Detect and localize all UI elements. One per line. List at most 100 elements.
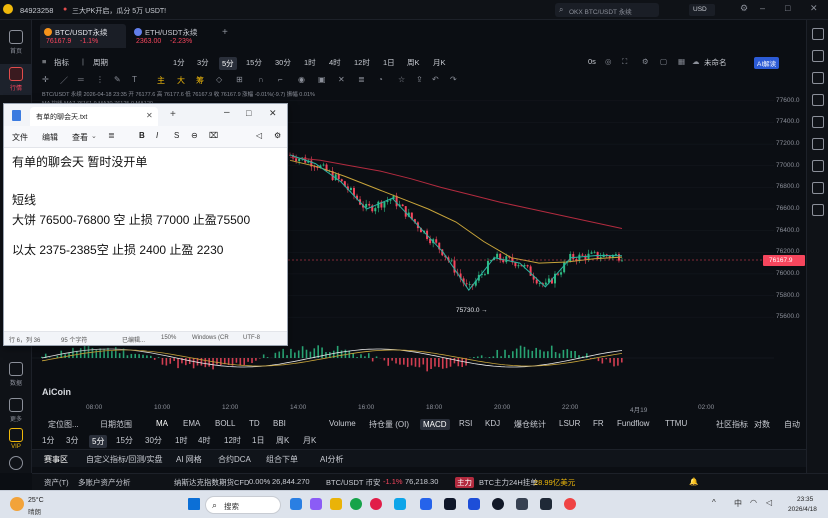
app-icon[interactable] xyxy=(444,498,456,510)
tf2-1m[interactable]: 1分 xyxy=(42,435,54,446)
clear-format-icon[interactable]: ⌧ xyxy=(209,131,218,140)
ind-fundflow[interactable]: Fundflow xyxy=(617,419,649,428)
list-icon[interactable] xyxy=(812,50,824,62)
add-tab-icon[interactable]: + xyxy=(222,27,228,38)
cloud-icon[interactable]: ☁ xyxy=(692,57,700,66)
alert-icon[interactable]: ◔ xyxy=(378,75,383,84)
menu-edit[interactable]: 编辑 xyxy=(42,132,58,143)
layout-icon[interactable] xyxy=(812,138,824,150)
period-button[interactable]: 周期 xyxy=(93,57,108,68)
tf-5m[interactable]: 5分 xyxy=(219,57,237,70)
tab-close-icon[interactable]: ✕ xyxy=(146,111,153,120)
layout-name[interactable]: 未命名 xyxy=(704,57,727,68)
notepad-taskbar-icon[interactable] xyxy=(468,498,480,510)
chrome-icon[interactable] xyxy=(370,498,382,510)
app-icon[interactable] xyxy=(564,498,576,510)
eye-icon[interactable]: ◉ xyxy=(298,75,305,84)
strike-icon[interactable]: S xyxy=(174,131,179,140)
notepad-titlebar[interactable]: 有单的聊会天.txt ✕ + – □ ✕ xyxy=(4,104,287,126)
new-tab-icon[interactable]: + xyxy=(170,109,176,120)
app-icon[interactable] xyxy=(420,498,432,510)
tf2-15m[interactable]: 15分 xyxy=(116,435,133,446)
redo-icon[interactable]: ↷ xyxy=(450,75,457,84)
ind-macd[interactable]: MACD xyxy=(420,419,450,430)
trendline-icon[interactable]: ／ xyxy=(60,75,68,86)
fib-icon[interactable]: ⋮ xyxy=(96,75,104,84)
log-toggle[interactable]: 对数 xyxy=(754,419,770,430)
pattern-icon[interactable]: ◇ xyxy=(216,75,222,84)
task-view-icon[interactable] xyxy=(290,498,302,510)
ind-kdj[interactable]: KDJ xyxy=(485,419,500,428)
ind-td[interactable]: TD xyxy=(249,419,260,428)
tf2-1d[interactable]: 1日 xyxy=(252,435,264,446)
folder-icon[interactable] xyxy=(330,498,342,510)
news-icon[interactable] xyxy=(812,94,824,106)
calc-icon[interactable] xyxy=(812,160,824,172)
tf-30m[interactable]: 30分 xyxy=(275,57,291,68)
menu-file[interactable]: 文件 xyxy=(12,132,28,143)
brush-icon[interactable]: ✎ xyxy=(114,75,121,84)
tab-combo-order[interactable]: 组合下单 xyxy=(266,454,298,465)
currency-select[interactable]: USD xyxy=(689,4,715,16)
tf2-5m[interactable]: 5分 xyxy=(89,435,108,448)
maximize-icon[interactable]: □ xyxy=(246,108,251,118)
maximize-icon[interactable]: □ xyxy=(785,3,790,13)
sidebar-item-more[interactable]: 更多 xyxy=(0,398,32,423)
tf2-4h[interactable]: 4时 xyxy=(198,435,210,446)
sidebar-item-data[interactable]: 数据 xyxy=(0,362,32,387)
chip-tool[interactable]: 筹 xyxy=(196,75,204,86)
chevron-up-icon[interactable]: ^ xyxy=(712,498,716,507)
tab-eth[interactable]: ETH/USDT永续 2363.00 -2.23% xyxy=(130,24,216,48)
app-icon[interactable] xyxy=(310,498,322,510)
tab-contract-dca[interactable]: 合约DCA xyxy=(218,454,251,465)
indicator-button[interactable]: 指标 xyxy=(54,57,69,68)
measure-icon[interactable]: ⊞ xyxy=(236,75,243,84)
ind-lsur[interactable]: LSUR xyxy=(559,419,580,428)
ticker2-name[interactable]: BTC/USDT 币安 xyxy=(326,477,380,488)
settings-icon[interactable]: ⚙ xyxy=(274,131,281,140)
tf-week[interactable]: 周K xyxy=(407,57,420,68)
notepad-window[interactable]: 有单的聊会天.txt ✕ + – □ ✕ 文件 编辑 查看 ⌄ ≣ B I S … xyxy=(3,103,288,346)
tf-1h[interactable]: 1时 xyxy=(304,57,316,68)
sidebar-item-vip[interactable]: VIP xyxy=(0,428,32,450)
list-icon[interactable]: ≣ xyxy=(108,131,115,140)
edge-icon[interactable] xyxy=(394,498,406,510)
star-icon[interactable] xyxy=(812,182,824,194)
undo-icon[interactable]: ↶ xyxy=(432,75,439,84)
panel-icon[interactable] xyxy=(812,28,824,40)
clock-date[interactable]: 2026/4/18 xyxy=(788,506,817,513)
multi-account-link[interactable]: 多账户资产分析 xyxy=(78,477,131,488)
locate-button[interactable]: 定位图... xyxy=(48,419,79,430)
italic-icon[interactable]: I xyxy=(156,131,158,140)
settings-icon[interactable]: ⚙ xyxy=(642,57,649,66)
assets-label[interactable]: 资产(T) xyxy=(44,477,69,488)
ind-ttmu[interactable]: TTMU xyxy=(665,419,687,428)
ruler-icon[interactable]: ⌐ xyxy=(278,75,283,84)
tf-12h[interactable]: 12时 xyxy=(354,57,370,68)
aicoin-taskbar-icon[interactable] xyxy=(540,498,552,510)
cursor-icon[interactable]: ✛ xyxy=(42,75,49,84)
windows-start-icon[interactable] xyxy=(188,498,200,510)
tf-3m[interactable]: 3分 xyxy=(197,57,209,68)
minimize-icon[interactable]: – xyxy=(224,107,230,118)
tf2-week[interactable]: 周K xyxy=(276,435,289,446)
ind-oi[interactable]: 持仓量 (OI) xyxy=(369,419,409,430)
weather-icon[interactable] xyxy=(10,497,24,511)
wifi-icon[interactable]: ◠ xyxy=(750,498,757,507)
tf-15m[interactable]: 15分 xyxy=(246,57,262,68)
ind-ema[interactable]: EMA xyxy=(183,419,200,428)
fullscreen-icon[interactable]: ⛶ xyxy=(622,57,627,67)
star-icon[interactable]: ☆ xyxy=(398,75,405,84)
bell-icon[interactable] xyxy=(812,72,824,84)
volume-icon[interactable]: ◁ xyxy=(766,498,772,507)
settings-icon[interactable]: ⚙ xyxy=(740,3,748,14)
close-icon[interactable]: ✕ xyxy=(810,3,818,14)
window-icon[interactable]: ▢ xyxy=(660,57,667,66)
app-icon[interactable] xyxy=(492,498,504,510)
tf-month[interactable]: 月K xyxy=(433,57,446,68)
tf2-month[interactable]: 月K xyxy=(303,435,316,446)
chat-icon[interactable] xyxy=(812,116,824,128)
sidebar-item-market[interactable]: 行情 xyxy=(0,64,32,95)
draw-icon[interactable]: ≡ xyxy=(42,57,46,66)
ai-button[interactable]: AI解读 xyxy=(754,57,780,69)
